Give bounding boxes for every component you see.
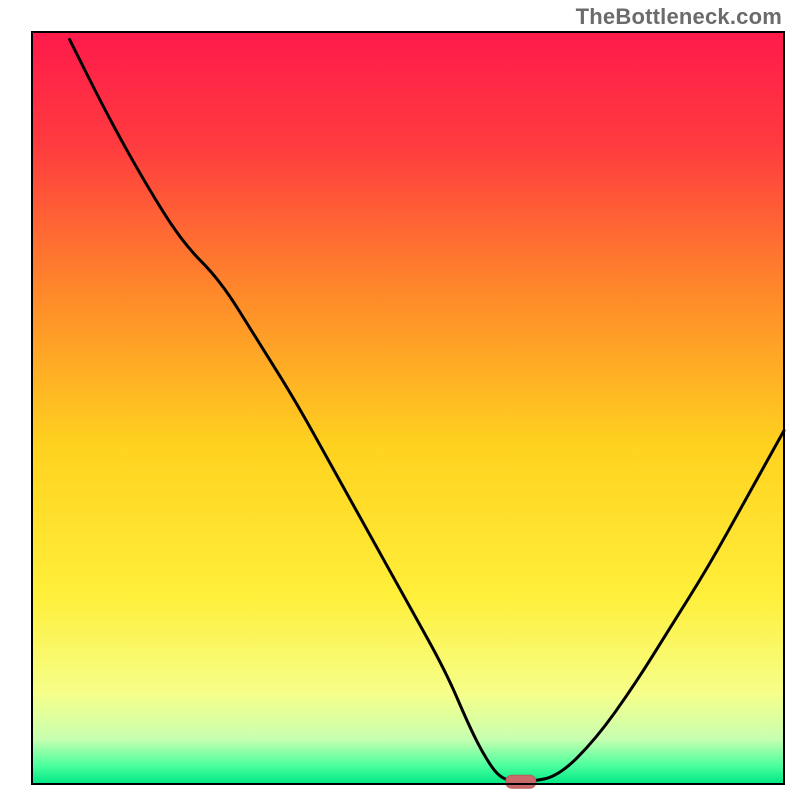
plot-background — [32, 32, 784, 784]
watermark-text: TheBottleneck.com — [576, 4, 782, 30]
bottleneck-chart — [0, 0, 800, 800]
chart-container: TheBottleneck.com — [0, 0, 800, 800]
optimal-marker — [506, 775, 536, 788]
